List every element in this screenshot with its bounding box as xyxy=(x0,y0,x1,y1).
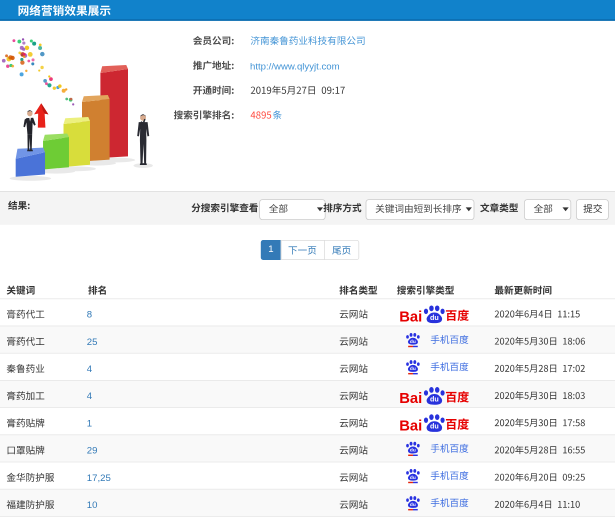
svg-text:du: du xyxy=(410,339,416,345)
svg-text:du: du xyxy=(410,448,416,454)
svg-text:du: du xyxy=(430,422,439,431)
svg-text:du: du xyxy=(410,366,416,372)
svg-text:du: du xyxy=(410,475,416,481)
svg-text:du: du xyxy=(430,394,439,403)
svg-text:du: du xyxy=(430,313,439,322)
svg-text:du: du xyxy=(410,502,416,508)
svg-text:Bai: Bai xyxy=(399,391,422,405)
svg-text:Bai: Bai xyxy=(399,418,422,432)
svg-text:Bai: Bai xyxy=(399,310,422,324)
